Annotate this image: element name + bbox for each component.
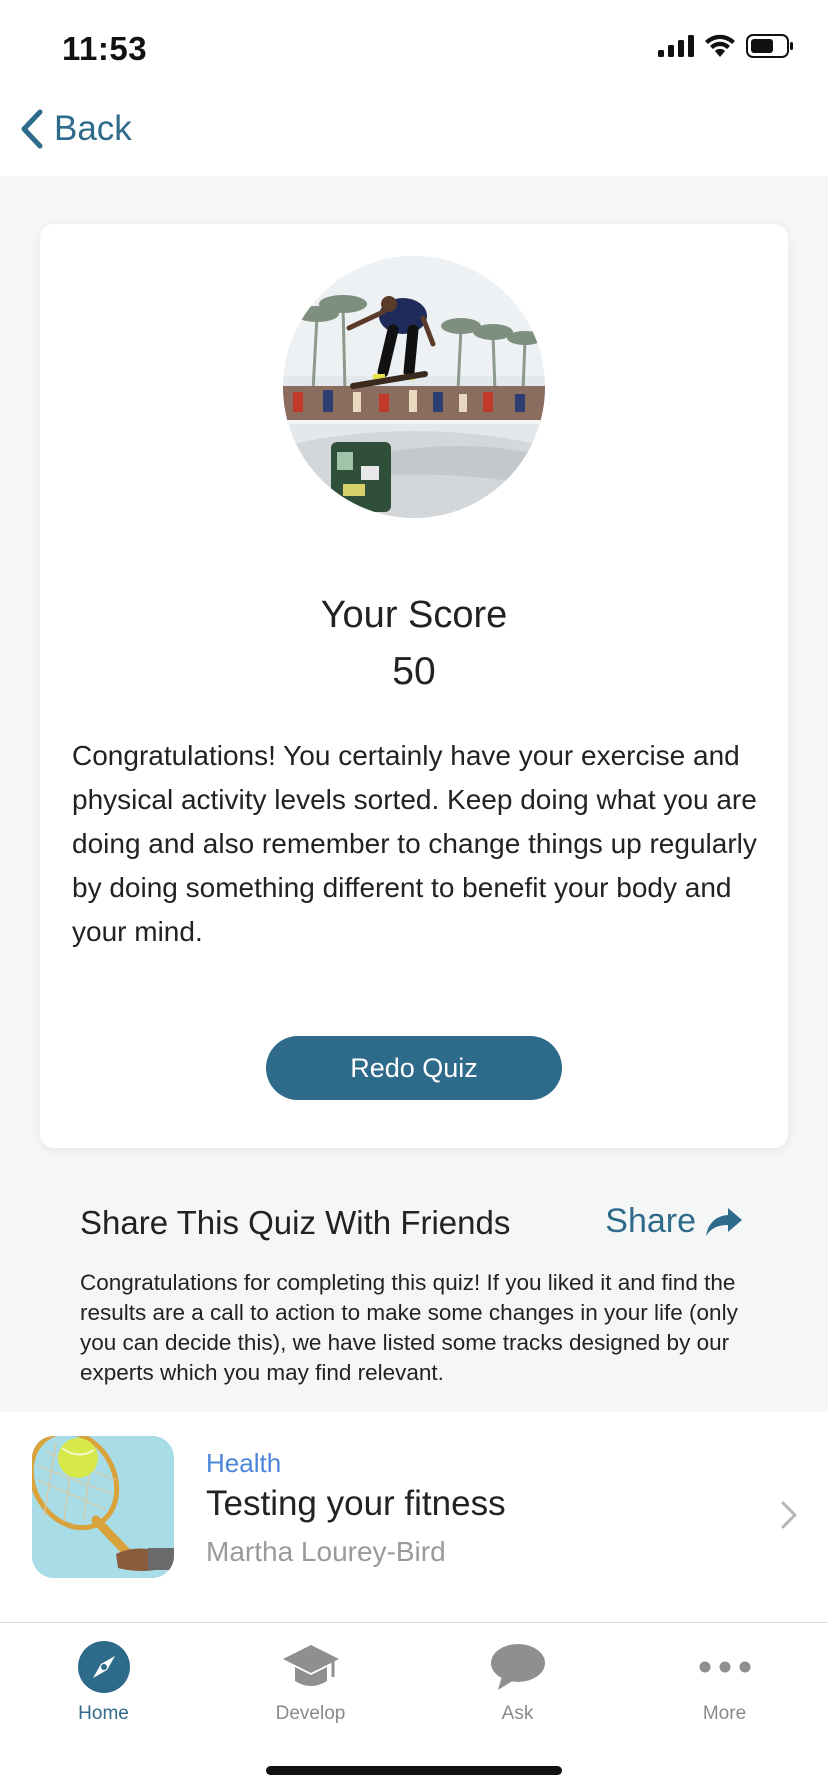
- share-arrow-icon: [706, 1207, 742, 1236]
- tab-more-label: More: [702, 1703, 747, 1724]
- tab-develop[interactable]: Develop: [207, 1637, 414, 1725]
- result-card: Your Score 50 Congratulations! You certa…: [40, 224, 788, 1148]
- compass-icon: [77, 1637, 131, 1697]
- cellular-signal-icon: [658, 35, 694, 57]
- quiz-image: [283, 256, 545, 518]
- track-title: Testing your fitness: [206, 1484, 506, 1523]
- graduation-cap-icon: [281, 1637, 341, 1697]
- tab-more[interactable]: More: [621, 1637, 828, 1725]
- share-description: Congratulations for completing this quiz…: [80, 1270, 738, 1385]
- track-category: Health: [206, 1448, 282, 1478]
- skateboarder-illustration: [283, 256, 545, 518]
- battery-icon: [746, 34, 793, 58]
- share-button[interactable]: Share: [605, 1202, 744, 1241]
- tab-home-label: Home: [78, 1703, 129, 1724]
- tab-ask[interactable]: Ask: [414, 1637, 621, 1725]
- back-button[interactable]: Back: [18, 108, 132, 150]
- track-author: Martha Lourey-Bird: [206, 1536, 446, 1567]
- top-bar: 11:53 Back: [0, 0, 828, 176]
- tab-develop-label: Develop: [275, 1703, 346, 1724]
- status-time: 11:53: [62, 30, 148, 67]
- chat-bubble-icon: [490, 1637, 546, 1697]
- share-title: Share This Quiz With Friends: [80, 1204, 511, 1241]
- track-list-item[interactable]: Health Testing your fitness Martha Loure…: [0, 1412, 828, 1622]
- track-thumbnail: [32, 1436, 174, 1578]
- back-label: Back: [54, 109, 132, 148]
- share-label: Share: [605, 1202, 696, 1240]
- result-message: Congratulations! You certainly have your…: [72, 740, 757, 947]
- more-dots-icon: [698, 1637, 752, 1697]
- tab-ask-label: Ask: [501, 1703, 534, 1724]
- screen: 11:53 Back Your Score 50 Congratulations…: [0, 0, 828, 1792]
- tennis-racket-illustration: [32, 1436, 174, 1578]
- status-icons: [658, 34, 794, 58]
- chevron-left-icon: [21, 109, 43, 149]
- tab-home[interactable]: Home: [0, 1637, 207, 1725]
- score-title: Your Score: [320, 594, 508, 636]
- redo-quiz-button[interactable]: Redo Quiz: [266, 1036, 562, 1100]
- chevron-right-icon: [781, 1501, 797, 1529]
- score-value: 50: [392, 650, 436, 693]
- wifi-icon: [705, 34, 735, 57]
- home-indicator[interactable]: [266, 1766, 562, 1775]
